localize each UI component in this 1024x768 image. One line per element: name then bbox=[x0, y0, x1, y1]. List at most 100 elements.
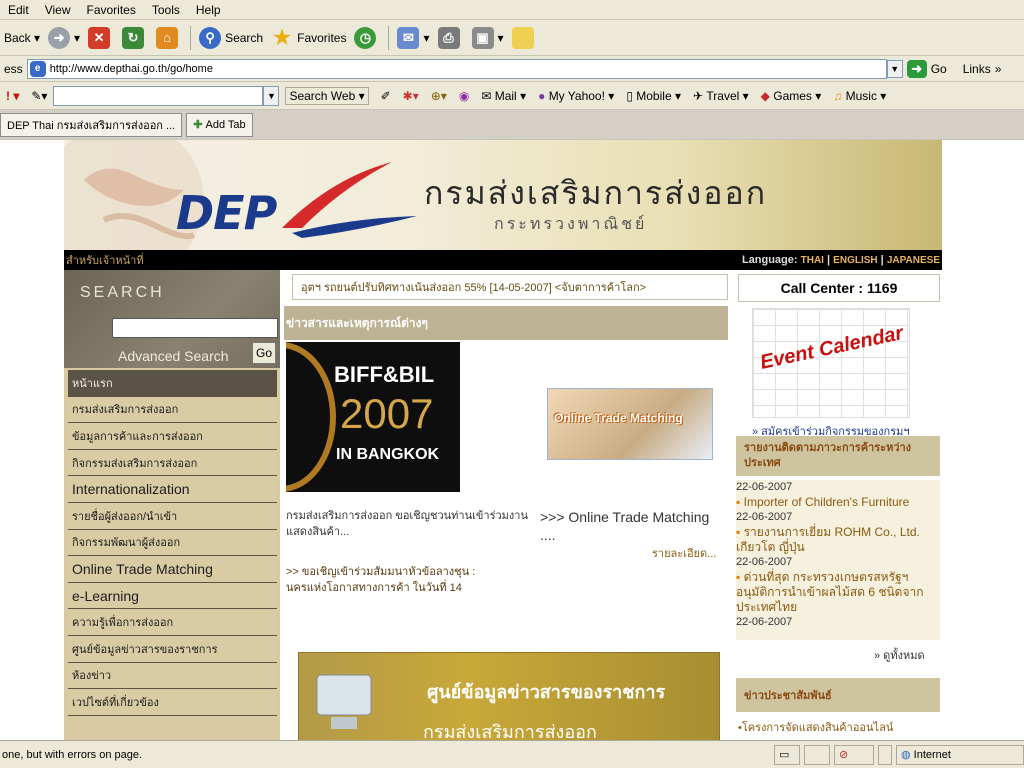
chevron-right-icon[interactable]: » bbox=[995, 62, 1002, 76]
left-menu-item[interactable]: e-Learning bbox=[68, 582, 277, 610]
favorites-button[interactable]: ★ Favorites bbox=[267, 23, 350, 53]
popup-blocked-icon[interactable]: ⊘ bbox=[834, 744, 874, 765]
yahoo-logo-icon[interactable]: ! ▾ bbox=[6, 89, 19, 103]
music-button[interactable]: ♫ Music ▾ bbox=[833, 89, 886, 103]
edit-button[interactable]: ▣ ▾ bbox=[468, 23, 508, 53]
news-ticker[interactable]: อุตฯ รถยนต์ปรับทิศทางเน้นส่งออก 55% [14-… bbox=[292, 274, 728, 300]
event-calendar-banner[interactable]: Event Calendar bbox=[752, 308, 910, 418]
biff-bil-banner[interactable]: BIFF&BIL 2007 IN BANGKOK bbox=[286, 342, 460, 492]
address-dropdown-icon[interactable]: ▼ bbox=[886, 59, 903, 78]
menu-help[interactable]: Help bbox=[188, 3, 229, 17]
refresh-button[interactable]: ↻ bbox=[118, 23, 152, 53]
mail-icon: ✉ bbox=[481, 88, 492, 103]
left-menu-item[interactable]: รายชื่อผู้ส่งออก/นำเข้า bbox=[68, 502, 277, 530]
address-input[interactable]: e http://www.depthai.go.th/go/home bbox=[26, 58, 887, 79]
biff-line3: IN BANGKOK bbox=[336, 446, 440, 463]
menu-edit[interactable]: Edit bbox=[0, 3, 37, 17]
left-menu-item[interactable]: Online Trade Matching bbox=[68, 556, 277, 583]
left-menu-item[interactable]: ความรู้เพื่อการส่งออก bbox=[68, 609, 277, 636]
back-label: Back bbox=[4, 30, 31, 45]
left-menu-item[interactable]: เวปไซต์ที่เกี่ยวข้อง bbox=[68, 689, 277, 716]
left-menu-item[interactable]: ข้อมูลการค้าและการส่งออก bbox=[68, 423, 277, 450]
left-menu-item[interactable]: ห้องข่าว bbox=[68, 662, 277, 690]
yahoo-search-dropdown-icon[interactable]: ▼ bbox=[263, 85, 280, 106]
trade-report-list: 22-06-2007 ▪ Importer of Children's Furni… bbox=[736, 480, 940, 640]
menu-tools[interactable]: Tools bbox=[144, 3, 188, 17]
forward-button[interactable]: ➜ ▾ bbox=[44, 23, 84, 53]
games-button[interactable]: ◆ Games ▾ bbox=[761, 89, 822, 103]
tab-bar: DEP Thai กรมส่งเสริมการส่งออก ... ✚ Add … bbox=[0, 110, 1024, 140]
popup-blocker-icon[interactable]: ⊕▾ bbox=[431, 89, 447, 103]
back-button[interactable]: Back ▾ bbox=[0, 23, 44, 53]
gov-info-center-banner[interactable]: ศูนย์ข้อมูลข่าวสารของราชการ กรมส่งเสริมก… bbox=[298, 652, 720, 740]
lang-english-link[interactable]: ENGLISH bbox=[833, 255, 877, 266]
search-title: SEARCH bbox=[80, 284, 165, 301]
yahoo-mail-button[interactable]: ✉ Mail ▾ bbox=[481, 89, 526, 103]
advanced-search-link[interactable]: Advanced Search bbox=[118, 348, 229, 364]
star-icon: ★ bbox=[273, 26, 292, 49]
stop-icon: ✕ bbox=[88, 26, 111, 49]
report-title-link[interactable]: ▪ Importer of Children's Furniture bbox=[736, 495, 940, 510]
travel-button[interactable]: ✈ Travel ▾ bbox=[693, 89, 749, 103]
games-label: Games bbox=[773, 88, 812, 103]
report-date: 22-06-2007 bbox=[736, 616, 793, 628]
seminar-news-link[interactable]: >> ขอเชิญเข้าร่วมสัมมนาหัวข้อลางชุน : นค… bbox=[286, 564, 496, 604]
notes-button[interactable] bbox=[508, 23, 542, 53]
yahoo-search-input[interactable] bbox=[53, 85, 264, 106]
status-pane-icon: ▭ bbox=[774, 744, 800, 765]
edit-icon: ▣ bbox=[471, 26, 494, 49]
left-menu-item[interactable]: กิจกรรมพัฒนาผู้ส่งออก bbox=[68, 529, 277, 557]
address-bar: ess e http://www.depthai.go.th/go/home ▼… bbox=[0, 56, 1024, 82]
search-icon: ⚲ bbox=[199, 26, 222, 49]
travel-label: Travel bbox=[706, 88, 740, 103]
report-date: 22-06-2007 bbox=[736, 481, 793, 493]
details-link[interactable]: รายละเอียด... bbox=[652, 544, 716, 562]
gov-banner-subtitle: กรมส่งเสริมการส่งออก bbox=[423, 722, 597, 740]
center-column: อุตฯ รถยนต์ปรับทิศทางเน้นส่งออก 55% [14-… bbox=[280, 270, 732, 740]
view-all-link[interactable]: » ดูทั้งหมด bbox=[874, 646, 925, 664]
lang-thai-link[interactable]: THAI bbox=[801, 255, 824, 266]
search-button[interactable]: ⚲ Search bbox=[195, 23, 267, 53]
left-menu-item[interactable]: กิจกรรมส่งเสริมการส่งออก bbox=[68, 449, 277, 477]
biff-caption[interactable]: กรมส่งเสริมการส่งออก ขอเชิญชวนท่านเข้าร่… bbox=[286, 508, 536, 540]
left-menu-item[interactable]: Internationalization bbox=[68, 476, 277, 503]
online-trade-matching-banner[interactable]: Online Trade Matching bbox=[547, 388, 713, 460]
globe-icon: ◍ bbox=[901, 749, 911, 761]
mobile-button[interactable]: ▯ Mobile ▾ bbox=[626, 89, 681, 103]
print-button[interactable]: ⎙ bbox=[434, 23, 468, 53]
report-title-link[interactable]: ▪ ด่วนที่สุด กระทรวงเกษตรสหรัฐฯ อนุมัติก… bbox=[736, 570, 940, 615]
stop-button[interactable]: ✕ bbox=[84, 23, 118, 53]
links-button[interactable]: Links bbox=[963, 62, 991, 76]
left-menu-item[interactable]: ศูนย์ข้อมูลข่าวสารของราชการ bbox=[68, 635, 277, 663]
history-button[interactable]: ◷ bbox=[350, 23, 384, 53]
left-menu-item[interactable]: กรมส่งเสริมการส่งออก bbox=[68, 396, 277, 424]
standard-toolbar: Back ▾ ➜ ▾ ✕ ↻ ⌂ ⚲ Search ★ Favorites ◷ ✉ ▾ … bbox=[0, 20, 1024, 56]
highlight-icon[interactable]: ✐ bbox=[381, 89, 391, 103]
go-button[interactable]: Go bbox=[931, 62, 947, 76]
search-web-button[interactable]: Search Web ▾ bbox=[285, 86, 369, 105]
report-title-link[interactable]: ▪ รายงานการเยี่ยม ROHM Co., Ltd. เกียวโต… bbox=[736, 525, 940, 555]
menu-view[interactable]: View bbox=[37, 3, 79, 17]
tab-dep-thai[interactable]: DEP Thai กรมส่งเสริมการส่งออก ... bbox=[0, 112, 183, 137]
pencil-icon[interactable]: ✎▾ bbox=[31, 89, 47, 103]
zone-label: Internet bbox=[913, 748, 951, 761]
menu-favorites[interactable]: Favorites bbox=[78, 3, 143, 17]
lang-japanese-link[interactable]: JAPANESE bbox=[887, 255, 940, 266]
otm-caption[interactable]: >>> Online Trade Matching .... bbox=[540, 508, 720, 544]
antispy-icon[interactable]: ✱▾ bbox=[403, 89, 419, 103]
add-tab-button[interactable]: ✚ Add Tab bbox=[186, 112, 253, 137]
messenger-icon[interactable]: ◉ bbox=[459, 89, 469, 103]
menu-bar: Edit View Favorites Tools Help bbox=[0, 0, 1024, 20]
site-search-input[interactable] bbox=[112, 318, 278, 338]
go-arrow-icon[interactable]: ➜ bbox=[906, 59, 927, 78]
staff-link[interactable]: สำหรับเจ้าหน้าที่ bbox=[66, 251, 144, 269]
mobile-icon: ▯ bbox=[626, 88, 633, 103]
home-button[interactable]: ⌂ bbox=[152, 23, 186, 53]
my-yahoo-button[interactable]: ● My Yahoo! ▾ bbox=[538, 89, 614, 103]
search-go-button[interactable]: Go bbox=[252, 342, 276, 364]
pr-news-item[interactable]: •โครงการจัดแสดงสินค้าออนไลน์ bbox=[738, 718, 893, 736]
report-date: 22-06-2007 bbox=[736, 556, 793, 568]
mail-button[interactable]: ✉ ▾ bbox=[393, 23, 433, 53]
header-banner: DEP กรมส่งเสริมการส่งออก กระทรวงพาณิชย์ bbox=[64, 140, 942, 250]
left-menu-item[interactable]: หน้าแรก bbox=[68, 370, 277, 397]
